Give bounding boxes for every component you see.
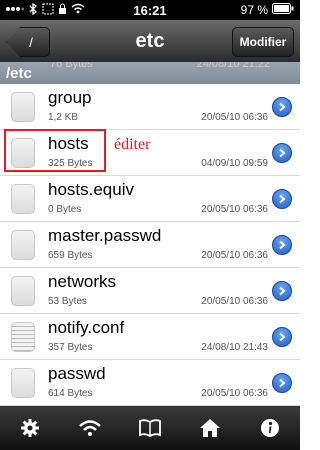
status-bar: 16:21 97 %: [0, 0, 300, 20]
battery-percent: 97 %: [240, 3, 268, 17]
info-icon[interactable]: [250, 410, 290, 446]
file-size: 53 Bytes: [48, 296, 87, 307]
file-date: 20/05/10 06:36: [201, 250, 268, 261]
book-icon[interactable]: [130, 410, 170, 446]
file-size: 659 Bytes: [48, 250, 93, 261]
bluetooth-icon: [28, 2, 38, 18]
back-button[interactable]: /: [6, 27, 50, 57]
status-left: [6, 2, 85, 18]
file-row-hosts-equiv[interactable]: hosts.equiv 0 Bytes 20/05/10 06:36: [0, 176, 300, 222]
scrolled-row-date: 24/08/10 21:22: [196, 62, 270, 70]
file-size: 357 Bytes: [48, 342, 93, 353]
annotation-label: éditer: [114, 136, 151, 153]
network-activity-icon: [42, 3, 54, 18]
blank-file-icon: [11, 368, 35, 398]
file-date: 20/05/10 06:36: [201, 112, 268, 123]
battery-icon: [272, 3, 294, 17]
file-row-group[interactable]: group 1,2 KB 20/05/10 06:36: [0, 84, 300, 130]
scrolled-row-size: 76 Bytes: [50, 62, 93, 70]
file-size: 0 Bytes: [48, 204, 82, 215]
lock-icon: [58, 3, 67, 18]
file-name: hosts.equiv: [48, 180, 134, 199]
highlight-box: [4, 129, 106, 172]
file-date: 20/05/10 06:36: [201, 296, 268, 307]
file-row-master-passwd[interactable]: master.passwd 659 Bytes 20/05/10 06:36: [0, 222, 300, 268]
file-row-notify-conf[interactable]: notify.conf 357 Bytes 24/08/10 21:43: [0, 314, 300, 360]
modify-button[interactable]: Modifier: [232, 27, 294, 57]
blank-file-icon: [11, 92, 35, 122]
blank-file-icon: [11, 184, 35, 214]
file-name: networks: [48, 272, 117, 291]
file-name: group: [48, 88, 92, 107]
tab-bar: [0, 406, 300, 450]
disclosure-arrow-icon[interactable]: [272, 235, 292, 255]
section-header: 76 Bytes 24/08/10 21:22 /etc: [0, 62, 300, 84]
file-date: 20/05/10 06:36: [201, 204, 268, 215]
file-date: 24/08/10 21:43: [201, 342, 268, 353]
blank-file-icon: [11, 230, 35, 260]
disclosure-arrow-icon[interactable]: [272, 143, 292, 163]
signal-icon: [6, 3, 25, 17]
gear-icon[interactable]: [10, 410, 50, 446]
disclosure-arrow-icon[interactable]: [272, 327, 292, 347]
file-row-passwd[interactable]: passwd 614 Bytes 20/05/10 06:36: [0, 360, 300, 406]
page-title: etc: [135, 29, 165, 52]
file-size: 1,2 KB: [48, 112, 79, 123]
text-file-icon: [11, 322, 35, 352]
section-path: /etc: [6, 64, 32, 82]
file-name: master.passwd: [48, 226, 162, 245]
file-size: 614 Bytes: [48, 388, 93, 399]
disclosure-arrow-icon[interactable]: [272, 281, 292, 301]
home-icon[interactable]: [190, 410, 230, 446]
blank-file-icon: [11, 276, 35, 306]
disclosure-arrow-icon[interactable]: [272, 373, 292, 393]
file-date: 04/09/10 09:59: [201, 158, 268, 169]
file-name: notify.conf: [48, 318, 125, 337]
disclosure-arrow-icon[interactable]: [272, 189, 292, 209]
disclosure-arrow-icon[interactable]: [272, 97, 292, 117]
navigation-bar: / etc Modifier: [0, 20, 300, 62]
file-name: passwd: [48, 364, 106, 383]
wifi-status-icon: [71, 3, 85, 17]
wifi-icon[interactable]: [70, 410, 110, 446]
file-date: 20/05/10 06:36: [201, 388, 268, 399]
status-right: 97 %: [241, 3, 294, 17]
file-row-networks[interactable]: networks 53 Bytes 20/05/10 06:36: [0, 268, 300, 314]
